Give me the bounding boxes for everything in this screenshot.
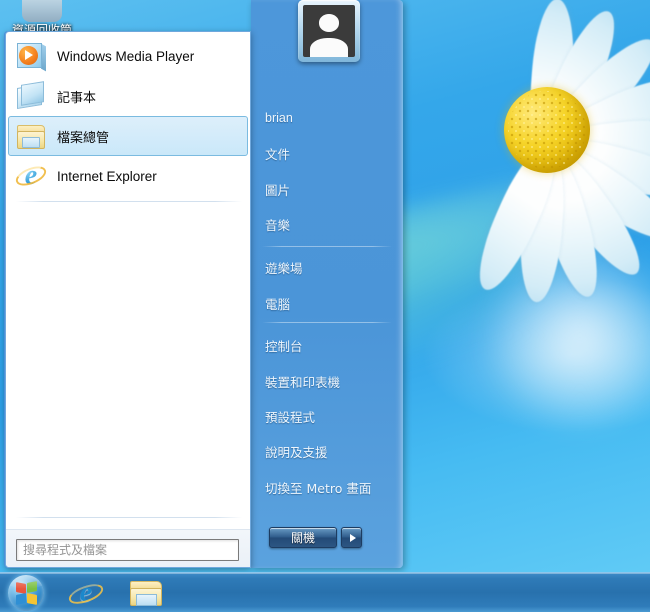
orb-gloss [8,575,44,589]
desktop-screen: 資源回收筒 brian 文件 圖片 音樂 遊樂場 電腦 控制台 裝置和印表機 預… [0,0,650,612]
start-menu-left-panel: Windows Media Player 記事本 檔案總管 e Internet… [5,31,251,568]
program-item-internet-explorer[interactable]: e Internet Explorer [8,156,248,196]
shutdown-options-button[interactable] [341,527,362,548]
right-item-label: 電腦 [265,296,291,312]
file-explorer-icon [15,120,47,152]
start-menu-right-panel: brian 文件 圖片 音樂 遊樂場 電腦 控制台 裝置和印表機 預設程式 說明… [251,0,403,568]
media-player-icon [15,40,47,72]
shutdown-label: 關機 [290,531,315,545]
right-item-label: 說明及支援 [265,444,328,460]
windows-logo-blue [16,593,26,605]
program-item-notepad[interactable]: 記事本 [8,76,248,116]
search-zone [6,529,250,567]
right-item-default-programs[interactable]: 預設程式 [251,403,403,429]
right-item-switch-to-metro[interactable]: 切換至 Metro 畫面 [251,474,403,500]
program-item-file-explorer[interactable]: 檔案總管 [8,116,248,156]
notepad-icon [15,80,47,112]
program-item-label: 記事本 [57,90,97,106]
right-item-label: 預設程式 [265,409,316,425]
right-item-label: 文件 [265,146,291,162]
user-name-item[interactable]: brian [251,105,403,131]
internet-explorer-icon: e [13,160,49,192]
right-item-music[interactable]: 音樂 [251,211,403,237]
right-item-pictures[interactable]: 圖片 [251,176,403,202]
right-item-documents[interactable]: 文件 [251,140,403,166]
chevron-right-icon [349,533,356,542]
search-input[interactable] [17,540,238,560]
right-item-label: 切換至 Metro 畫面 [265,480,372,496]
right-panel-divider-2 [262,322,392,323]
daisy-flower-graphic [382,0,650,304]
program-item-windows-media-player[interactable]: Windows Media Player [8,36,248,76]
right-item-label: 控制台 [265,338,303,354]
taskbar-button-internet-explorer[interactable]: e [66,577,106,609]
shutdown-controls: 關機 [269,527,362,548]
right-item-control-panel[interactable]: 控制台 [251,332,403,358]
program-item-label: Windows Media Player [57,48,195,64]
programs-divider [16,201,242,202]
taskbar: e [0,572,650,612]
avatar-head-shape [318,13,340,32]
taskbar-button-file-explorer[interactable] [126,577,166,609]
flower-center [504,87,590,173]
right-item-label: 遊樂場 [265,260,303,276]
right-item-computer[interactable]: 電腦 [251,290,403,316]
right-item-label: 圖片 [265,182,291,198]
avatar-body-shape [310,37,348,57]
windows-logo-yellow [27,593,37,605]
program-item-label: Internet Explorer [57,168,157,184]
recycle-bin-icon [22,0,62,22]
right-item-games[interactable]: 遊樂場 [251,254,403,280]
search-box[interactable] [16,539,239,561]
all-programs-divider [16,517,242,518]
right-item-label: 音樂 [265,217,291,233]
right-panel-divider-1 [262,246,392,247]
user-name-label: brian [265,111,293,125]
user-avatar-image [303,5,355,57]
right-item-help-support[interactable]: 說明及支援 [251,438,403,464]
shutdown-button[interactable]: 關機 [269,527,337,548]
user-avatar[interactable] [298,0,360,62]
right-item-devices-printers[interactable]: 裝置和印表機 [251,368,403,394]
program-item-label: 檔案總管 [57,130,110,146]
right-item-label: 裝置和印表機 [265,374,341,390]
start-orb-button[interactable] [8,575,44,611]
